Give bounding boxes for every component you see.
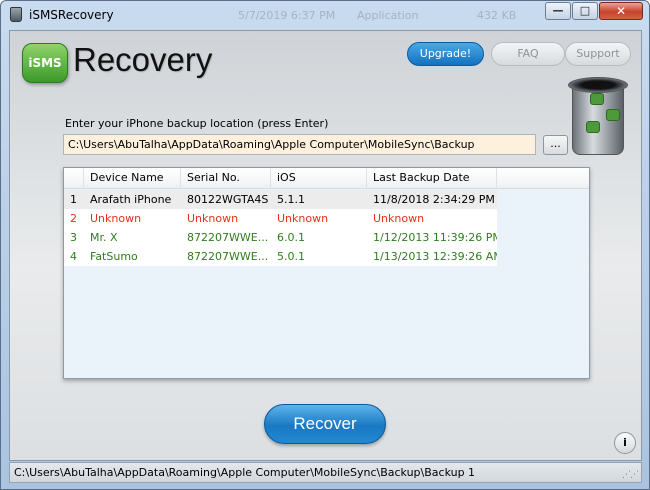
cell-num: 2 xyxy=(70,212,77,225)
maximize-icon: □ xyxy=(579,4,591,17)
column-header-index[interactable] xyxy=(64,168,84,189)
info-button[interactable]: i xyxy=(614,432,636,454)
cell-device: Arafath iPhone xyxy=(90,193,172,206)
device-table[interactable]: Device Name Serial No. iOS Last Backup D… xyxy=(63,167,590,379)
sms-bubble-icon xyxy=(590,93,604,105)
background-ghost-size: 432 KB xyxy=(477,9,517,22)
recycle-bin-graphic xyxy=(566,77,630,157)
browse-button[interactable]: ... xyxy=(543,135,568,155)
support-button[interactable]: Support xyxy=(565,42,631,66)
cell-device: Unknown xyxy=(90,212,142,225)
cell-date: Unknown xyxy=(373,212,425,225)
cell-device: Mr. X xyxy=(90,231,118,244)
cell-ios: Unknown xyxy=(277,212,329,225)
cell-ios: 5.1.1 xyxy=(277,193,305,206)
cell-num: 1 xyxy=(70,193,77,206)
cell-serial: Unknown xyxy=(187,212,239,225)
table-row[interactable]: 4 FatSumo 872207WWE... 5.0.1 1/13/2013 12:39… xyxy=(64,247,497,266)
sms-bubble-icon xyxy=(586,121,600,133)
table-header: Device Name Serial No. iOS Last Backup D… xyxy=(64,168,589,189)
faq-button[interactable]: FAQ xyxy=(491,42,565,66)
cell-serial: 872207WWE... xyxy=(187,250,269,263)
recover-button[interactable]: Recover xyxy=(264,404,386,444)
bin-lid xyxy=(568,77,628,93)
cell-num: 4 xyxy=(70,250,77,263)
column-header-ios[interactable]: iOS xyxy=(271,168,367,189)
main-panel: iSMS Recovery Upgrade! FAQ Support Enter… xyxy=(9,30,642,461)
column-header-serial[interactable]: Serial No. xyxy=(181,168,271,189)
cell-date: 1/12/2013 11:39:26 PM xyxy=(373,231,497,244)
backup-path-input[interactable]: C:\Users\AbuTalha\AppData\Roaming\Apple … xyxy=(63,134,536,155)
page-title: Recovery xyxy=(73,41,213,78)
close-icon: ✕ xyxy=(615,4,627,18)
cell-ios: 6.0.1 xyxy=(277,231,305,244)
table-row[interactable]: 1 Arafath iPhone 80122WGTA4S 5.1.1 11/8/2018… xyxy=(64,190,497,209)
table-row[interactable]: 3 Mr. X 872207WWE... 6.0.1 1/12/2013 11:39:2… xyxy=(64,228,497,247)
app-window: iSMSRecovery 5/7/2019 6:37 PM Applicatio… xyxy=(0,0,650,490)
trash-bin-app-icon xyxy=(10,7,22,22)
resize-grip-icon[interactable]: ⋰⋰ xyxy=(622,470,639,480)
backup-location-label: Enter your iPhone backup location (press… xyxy=(65,117,329,130)
window-title: iSMSRecovery xyxy=(29,8,114,22)
minimize-button[interactable]: — xyxy=(545,2,571,20)
maximize-button[interactable]: □ xyxy=(572,2,598,20)
isms-logo: iSMS xyxy=(22,43,68,83)
status-bar: C:\Users\AbuTalha\AppData\Roaming\Apple … xyxy=(9,462,642,483)
cell-num: 3 xyxy=(70,231,77,244)
sms-bubble-icon xyxy=(606,109,620,121)
cell-ios: 5.0.1 xyxy=(277,250,305,263)
cell-serial: 80122WGTA4S xyxy=(187,193,269,206)
cell-serial: 872207WWE... xyxy=(187,231,269,244)
cell-date: 1/13/2013 12:39:26 AM xyxy=(373,250,497,263)
background-ghost-date: 5/7/2019 6:37 PM xyxy=(238,9,336,22)
close-button[interactable]: ✕ xyxy=(599,2,643,20)
upgrade-button[interactable]: Upgrade! xyxy=(407,42,484,66)
column-header-backup-date[interactable]: Last Backup Date xyxy=(367,168,497,189)
status-text: C:\Users\AbuTalha\AppData\Roaming\Apple … xyxy=(14,466,476,479)
cell-date: 11/8/2018 2:34:29 PM xyxy=(373,193,495,206)
minimize-icon: — xyxy=(552,4,564,17)
background-ghost-type: Application xyxy=(357,9,419,22)
table-row[interactable]: 2 Unknown Unknown Unknown Unknown xyxy=(64,209,497,228)
column-header-device-name[interactable]: Device Name xyxy=(84,168,181,189)
logo-text: iSMS xyxy=(28,56,62,70)
cell-device: FatSumo xyxy=(90,250,138,263)
title-bar[interactable]: iSMSRecovery 5/7/2019 6:37 PM Applicatio… xyxy=(1,1,649,29)
